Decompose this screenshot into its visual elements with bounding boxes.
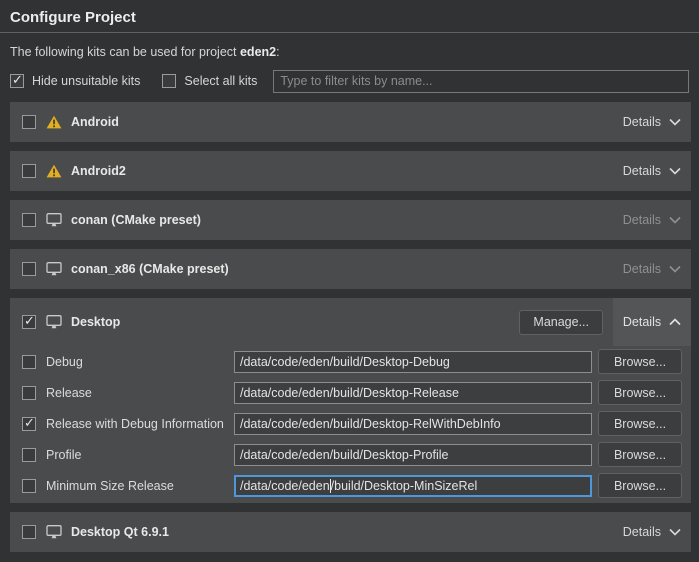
kit-row-android2: Android2 Details: [10, 151, 691, 191]
build-config-row-profile: Profile /data/code/eden/build/Desktop-Pr…: [10, 439, 691, 470]
build-dir-value-before-caret: /data/code/eden: [240, 479, 330, 493]
build-dir-value: /data/code/eden/build/Desktop-RelWithDeb…: [240, 417, 501, 431]
build-config-checkbox[interactable]: [22, 479, 36, 493]
build-dir-value-after-caret: /build/Desktop-MinSizeRel: [331, 479, 478, 493]
details-toggle[interactable]: Details: [623, 164, 681, 178]
select-all-checkbox[interactable]: [162, 74, 176, 88]
chevron-down-icon: [669, 118, 681, 126]
kit-row-android: Android Details: [10, 102, 691, 142]
build-config-row-debug: Debug /data/code/eden/build/Desktop-Debu…: [10, 346, 691, 377]
browse-button[interactable]: Browse...: [598, 349, 682, 374]
build-dir-value: /data/code/eden/build/Desktop-Profile: [240, 448, 448, 462]
configure-project-page: Configure Project The following kits can…: [0, 0, 699, 562]
select-all-label: Select all kits: [184, 74, 257, 88]
build-dir-input[interactable]: /data/code/eden/build/Desktop-Release: [234, 382, 592, 404]
hide-unsuitable-group: Hide unsuitable kits: [10, 74, 140, 88]
details-toggle-expanded[interactable]: Details: [613, 298, 691, 346]
details-label: Details: [623, 164, 661, 178]
kit-name: conan (CMake preset): [71, 213, 201, 227]
build-config-label: Release with Debug Information: [46, 417, 234, 431]
build-config-row-relwithdebinfo: Release with Debug Information /data/cod…: [10, 408, 691, 439]
build-config-label: Minimum Size Release: [46, 479, 234, 493]
build-config-label: Debug: [46, 355, 234, 369]
build-config-label: Release: [46, 386, 234, 400]
browse-button[interactable]: Browse...: [598, 380, 682, 405]
build-config-checkbox[interactable]: [22, 355, 36, 369]
kit-panel-desktop: Desktop Manage... Details Debug /data/co…: [10, 298, 691, 503]
kit-row-desktop: Desktop Manage... Details: [10, 298, 691, 346]
kit-name: Desktop: [71, 315, 120, 329]
build-dir-value: /data/code/eden/build/Desktop-Debug: [240, 355, 450, 369]
intro-prefix: The following kits can be used for proje…: [10, 45, 240, 59]
build-config-checkbox[interactable]: [22, 386, 36, 400]
details-toggle[interactable]: Details: [623, 525, 681, 539]
kit-row-desktop-qt: Desktop Qt 6.9.1 Details: [10, 512, 691, 552]
kit-name: Android: [71, 115, 119, 129]
manage-kits-button[interactable]: Manage...: [519, 310, 603, 335]
kit-row-conan-x86: conan_x86 (CMake preset) Details: [10, 249, 691, 289]
build-dir-input[interactable]: /data/code/eden/build/Desktop-Debug: [234, 351, 592, 373]
build-config-label: Profile: [46, 448, 234, 462]
chevron-down-icon: [669, 167, 681, 175]
kit-checkbox[interactable]: [22, 525, 36, 539]
chevron-down-icon: [669, 528, 681, 536]
desktop-monitor-icon: [46, 262, 62, 276]
hide-unsuitable-label: Hide unsuitable kits: [32, 74, 140, 88]
warning-icon: [46, 164, 62, 178]
kit-checkbox[interactable]: [22, 315, 36, 329]
details-toggle[interactable]: Details: [623, 262, 681, 276]
hide-unsuitable-checkbox[interactable]: [10, 74, 24, 88]
select-all-group: Select all kits: [162, 74, 257, 88]
chevron-down-icon: [669, 216, 681, 224]
warning-icon: [46, 115, 62, 129]
details-toggle[interactable]: Details: [623, 213, 681, 227]
build-config-checkbox[interactable]: [22, 448, 36, 462]
desktop-monitor-icon: [46, 213, 62, 227]
details-label: Details: [623, 213, 661, 227]
build-config-row-minsizerel: Minimum Size Release /data/code/eden/bui…: [10, 470, 691, 501]
desktop-monitor-icon: [46, 525, 62, 539]
kit-filter-row: Hide unsuitable kits Select all kits: [10, 69, 689, 93]
kit-name: Android2: [71, 164, 126, 178]
page-title-bar: Configure Project: [0, 0, 699, 33]
build-config-checkbox[interactable]: [22, 417, 36, 431]
kit-checkbox[interactable]: [22, 164, 36, 178]
kit-checkbox[interactable]: [22, 115, 36, 129]
project-name: eden2: [240, 45, 276, 59]
intro-suffix: :: [276, 45, 279, 59]
kit-row-conan: conan (CMake preset) Details: [10, 200, 691, 240]
browse-button[interactable]: Browse...: [598, 473, 682, 498]
kit-name: conan_x86 (CMake preset): [71, 262, 229, 276]
page-title: Configure Project: [10, 9, 689, 26]
details-label: Details: [623, 525, 661, 539]
desktop-monitor-icon: [46, 315, 62, 329]
chevron-up-icon: [669, 318, 681, 326]
kit-checkbox[interactable]: [22, 213, 36, 227]
details-label: Details: [623, 315, 661, 329]
kits-intro-text: The following kits can be used for proje…: [10, 45, 689, 59]
build-dir-input-focused[interactable]: /data/code/eden/build/Desktop-MinSizeRel: [234, 475, 592, 497]
kit-filter-input[interactable]: [273, 70, 689, 93]
kit-list: Android Details Android2 Details: [0, 102, 699, 552]
details-toggle[interactable]: Details: [623, 115, 681, 129]
kit-name: Desktop Qt 6.9.1: [71, 525, 169, 539]
chevron-down-icon: [669, 265, 681, 273]
kit-checkbox[interactable]: [22, 262, 36, 276]
build-config-row-release: Release /data/code/eden/build/Desktop-Re…: [10, 377, 691, 408]
details-label: Details: [623, 262, 661, 276]
build-dir-input[interactable]: /data/code/eden/build/Desktop-Profile: [234, 444, 592, 466]
build-dir-input[interactable]: /data/code/eden/build/Desktop-RelWithDeb…: [234, 413, 592, 435]
details-label: Details: [623, 115, 661, 129]
browse-button[interactable]: Browse...: [598, 411, 682, 436]
build-dir-value: /data/code/eden/build/Desktop-Release: [240, 386, 459, 400]
browse-button[interactable]: Browse...: [598, 442, 682, 467]
